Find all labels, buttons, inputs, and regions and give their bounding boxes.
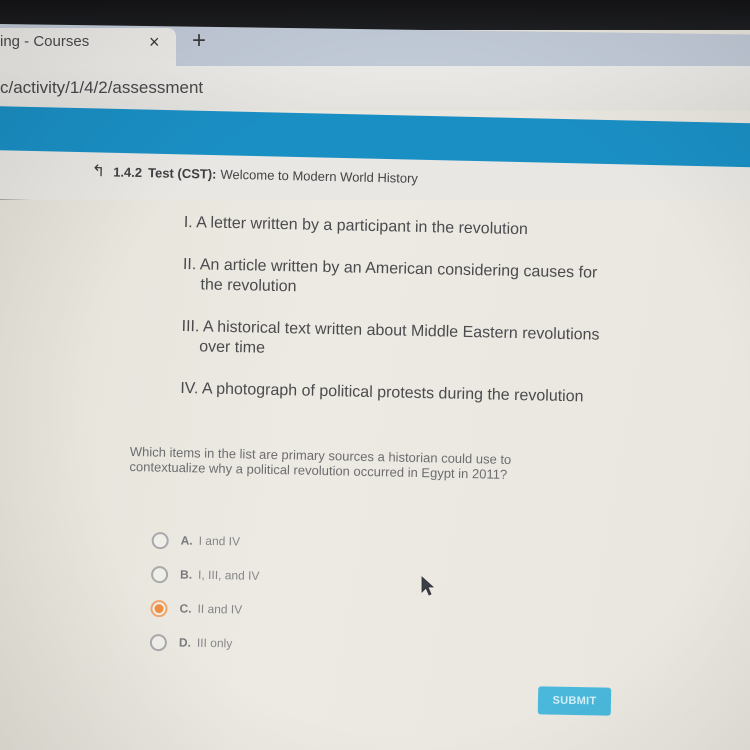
option-letter: C. — [179, 601, 192, 616]
option-letter: B. — [179, 567, 193, 582]
list-numeral: III. — [181, 317, 200, 336]
option-c[interactable]: C. II and IV — [150, 591, 259, 627]
option-text: III only — [196, 635, 233, 651]
tab-title[interactable]: ing - Courses — [0, 33, 89, 50]
source-list: I. A letter written by a participant in … — [180, 213, 614, 430]
radio-button-selected[interactable] — [150, 599, 168, 617]
address-url[interactable]: c/activity/1/4/2/assessment — [0, 78, 203, 98]
radio-button[interactable] — [150, 565, 169, 583]
option-d[interactable]: D. III only — [149, 625, 259, 661]
list-text: An article written by an American consid… — [199, 256, 598, 296]
answer-options: A. I and IV B. I, III, and IV C. II and … — [149, 523, 261, 661]
activity-title: Welcome to Modern World History — [220, 166, 419, 186]
list-item: II. An article written by an American co… — [182, 255, 613, 304]
activity-type: Test (CST): — [147, 165, 217, 182]
submit-button[interactable]: SUBMIT — [537, 686, 612, 716]
option-letter: D. — [178, 635, 192, 650]
option-b[interactable]: B. I, III, and IV — [150, 557, 260, 593]
option-text: I, III, and IV — [197, 567, 260, 583]
activity-number: 1.4.2 — [113, 164, 143, 181]
close-tab-icon[interactable]: × — [149, 32, 160, 52]
list-item: III. A historical text written about Mid… — [181, 317, 612, 366]
radio-button[interactable] — [149, 633, 168, 651]
radio-button[interactable] — [151, 531, 169, 549]
list-item: IV. A photograph of political protests d… — [180, 379, 610, 408]
list-numeral: II. — [182, 255, 197, 274]
list-text: A historical text written about Middle E… — [199, 318, 600, 357]
list-text: A photograph of political protests durin… — [201, 380, 584, 406]
option-a[interactable]: A. I and IV — [151, 523, 260, 559]
up-arrow-icon[interactable]: ↰ — [92, 161, 106, 181]
list-numeral: I. — [183, 213, 193, 232]
option-text: II and IV — [197, 601, 243, 617]
list-numeral: IV. — [180, 379, 199, 398]
option-letter: A. — [180, 533, 193, 548]
option-text: I and IV — [198, 533, 241, 549]
new-tab-icon[interactable]: + — [192, 29, 206, 53]
mouse-pointer-icon — [421, 576, 435, 596]
